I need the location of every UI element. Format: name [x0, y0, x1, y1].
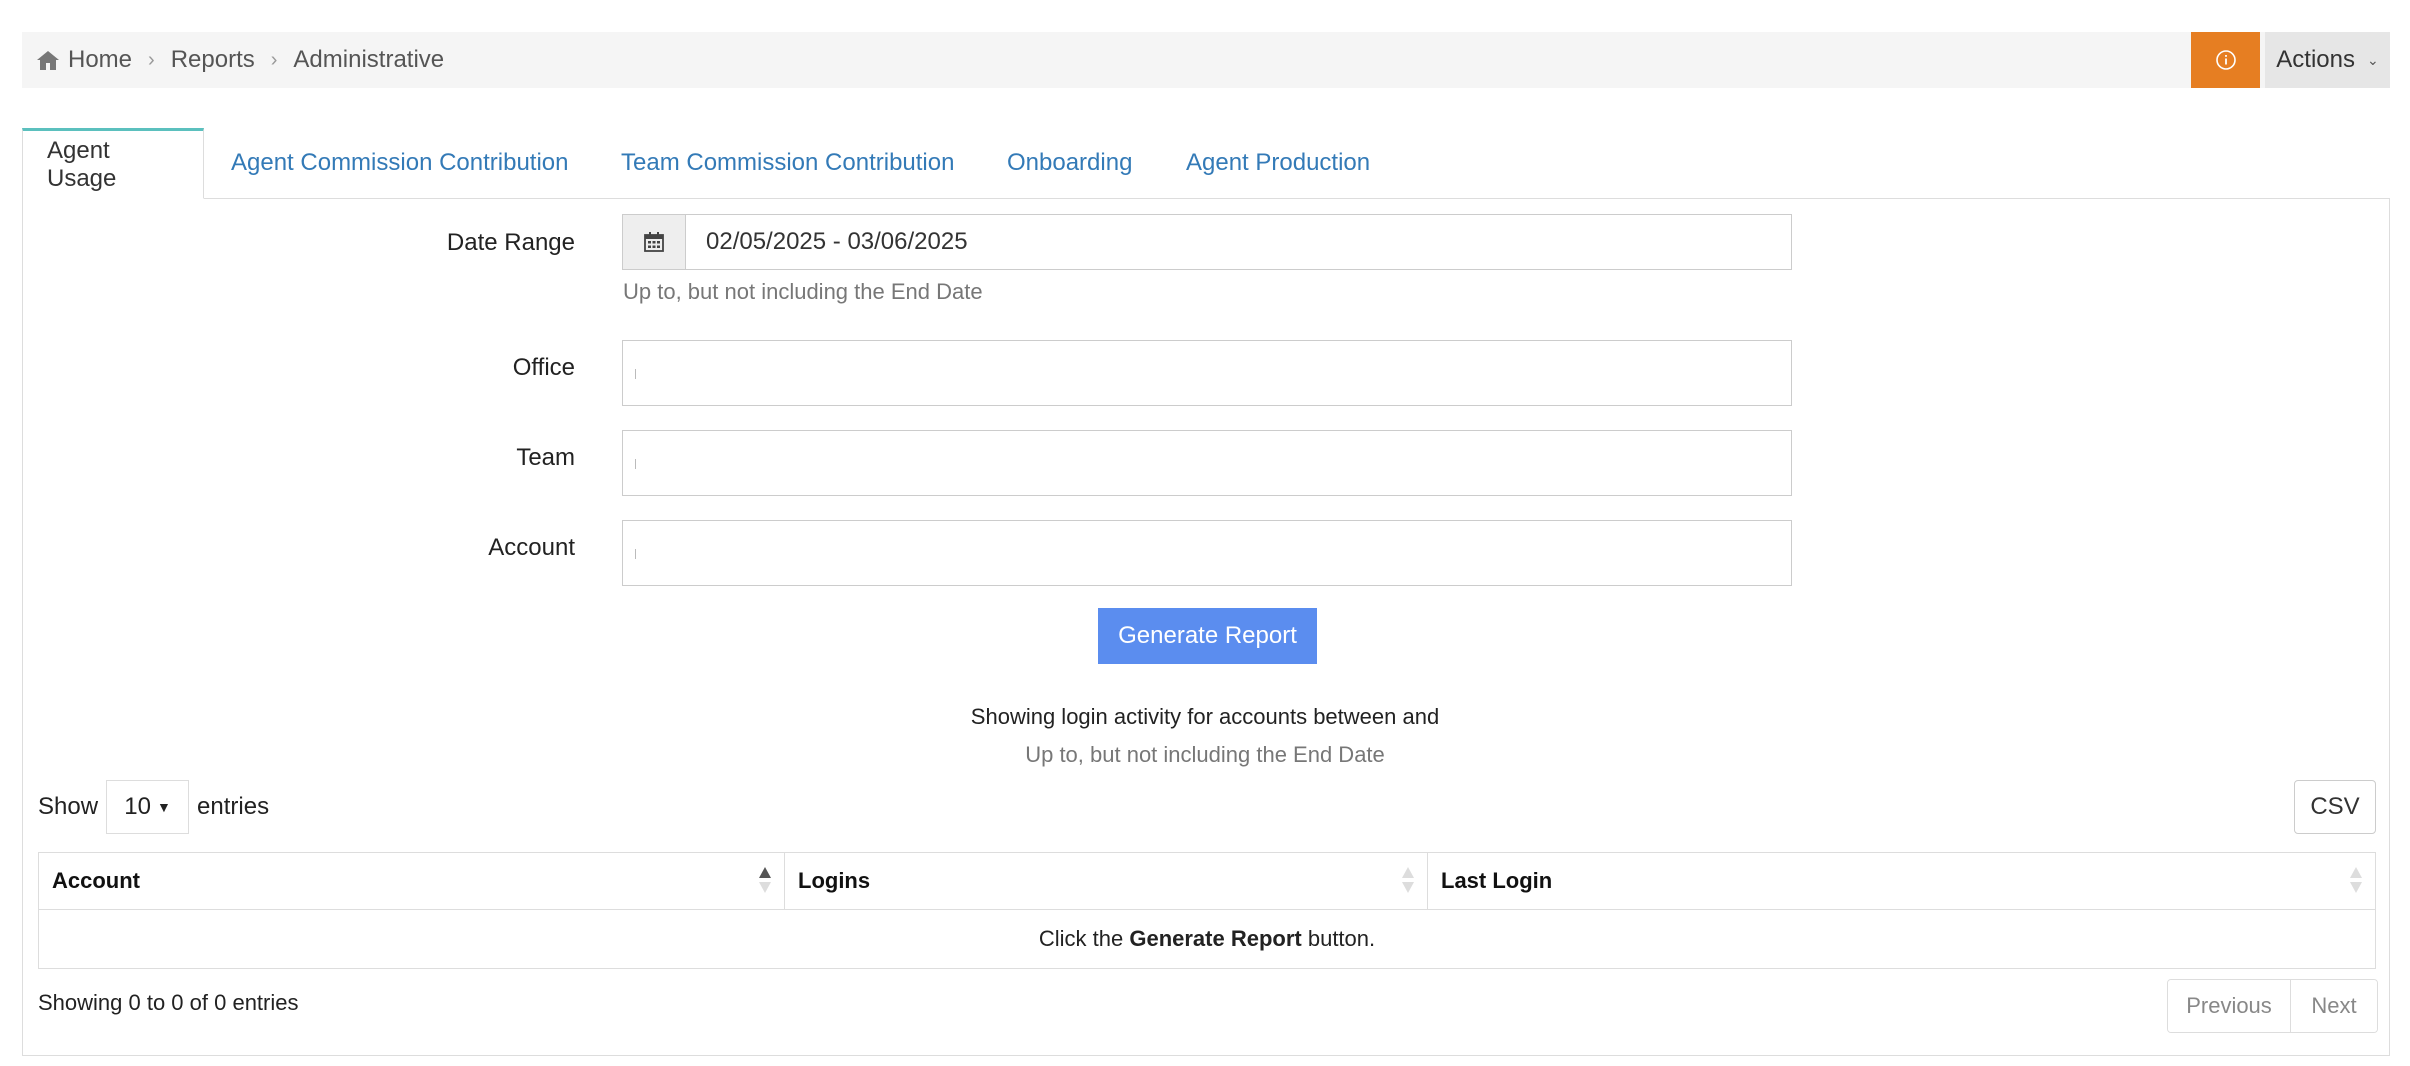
page-length-control: Show 10 ▼ entries [38, 780, 269, 834]
tab-agent-commission-contribution[interactable]: Agent Commission Contribution [231, 128, 569, 198]
status-line: Showing login activity for accounts betw… [970, 704, 1440, 729]
table-row: Click the Generate Report button. [38, 909, 2376, 969]
status-help: Up to, but not including the End Date [1025, 742, 1385, 767]
home-icon [37, 51, 59, 70]
empty-message-prefix: Click the [1038, 926, 1130, 951]
tab-team-commission-contribution[interactable]: Team Commission Contribution [621, 128, 954, 198]
chevron-right-icon: › [148, 48, 155, 71]
data-table: Account Logins Last Login Click the Gene… [38, 852, 2376, 969]
generate-report-button[interactable]: Generate Report [1098, 608, 1317, 664]
calendar-icon [644, 232, 664, 252]
tab-onboarding[interactable]: Onboarding [1007, 128, 1132, 198]
office-field[interactable] [622, 340, 1792, 406]
column-header-logins[interactable]: Logins [784, 852, 1428, 910]
office-label: Office [512, 354, 575, 381]
previous-button[interactable]: Previous [2168, 980, 2291, 1032]
report-tabs: Agent Usage Agent Commission Contributio… [22, 128, 2390, 199]
team-field[interactable] [622, 430, 1792, 496]
sort-icon [1402, 867, 1414, 893]
pagination: Previous Next [2167, 979, 2378, 1033]
account-label: Account [488, 534, 575, 561]
tab-agent-production[interactable]: Agent Production [1186, 128, 1370, 198]
empty-message-suffix: button. [1301, 926, 1376, 951]
csv-button[interactable]: CSV [2294, 780, 2376, 834]
date-range-help: Up to, but not including the End Date [623, 279, 983, 304]
date-range-input[interactable] [686, 215, 1791, 269]
page-length-value: 10 [124, 793, 151, 820]
column-header-account[interactable]: Account [38, 852, 785, 910]
date-range-group [622, 214, 1792, 270]
column-label: Account [52, 868, 140, 893]
caret-down-icon: ▼ [156, 799, 171, 815]
breadcrumb-reports[interactable]: Reports [171, 46, 255, 74]
text-cursor [635, 459, 636, 469]
next-button[interactable]: Next [2291, 980, 2377, 1032]
account-field[interactable] [622, 520, 1792, 586]
breadcrumb-current: Administrative [293, 46, 445, 73]
breadcrumb-home[interactable]: Home [68, 46, 132, 74]
entries-label: entries [197, 793, 270, 820]
actions-button[interactable]: Actions ⌄ [2265, 32, 2390, 88]
team-label: Team [516, 444, 575, 471]
tab-agent-usage[interactable]: Agent Usage [22, 128, 204, 199]
show-label: Show [38, 793, 99, 820]
top-bar: Home › Reports › Administrative Actions … [22, 32, 2390, 88]
date-range-label: Date Range [446, 229, 575, 256]
actions-label: Actions [2276, 46, 2355, 73]
column-label: Last Login [1441, 868, 1553, 893]
sort-ascending-icon [759, 867, 771, 893]
column-label: Logins [798, 868, 871, 893]
calendar-button[interactable] [623, 215, 686, 269]
text-cursor [635, 549, 636, 559]
info-circle-icon [2215, 50, 2236, 70]
info-button[interactable] [2191, 32, 2260, 88]
empty-table-message: Click the Generate Report button. [38, 909, 2376, 969]
page-length-select[interactable]: 10 ▼ [106, 780, 190, 834]
text-cursor [635, 369, 636, 379]
chevron-right-icon: › [270, 48, 278, 71]
breadcrumb: Home › Reports › Administrative [36, 32, 444, 88]
sort-icon [2350, 867, 2362, 893]
chevron-down-icon: ⌄ [2366, 51, 2379, 68]
column-header-last-login[interactable]: Last Login [1427, 852, 2376, 910]
table-info: Showing 0 to 0 of 0 entries [38, 990, 299, 1015]
empty-message-strong: Generate Report [1129, 926, 1302, 951]
